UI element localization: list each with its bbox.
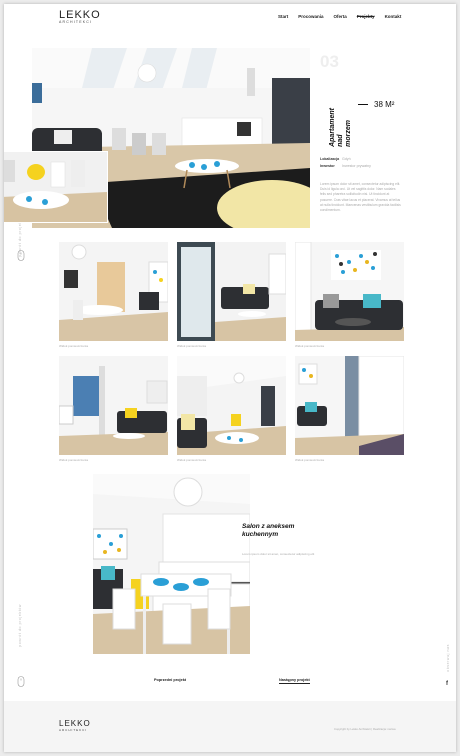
investor-label: Inwestor — [320, 164, 335, 168]
project-number: 03 — [320, 52, 339, 71]
mouse-icon-bottom — [17, 676, 25, 687]
location-value: Gdyń — [342, 157, 351, 161]
feature-title: Salon z aneksem kuchennym — [242, 523, 322, 539]
footer-brand-subtitle: ARCHITEKCI — [59, 728, 88, 732]
nav-item-projekty[interactable]: Projekty — [357, 14, 375, 19]
footer-brand-name: LEKKO — [59, 719, 91, 728]
gallery-item[interactable]: Widok pomieszczenia — [59, 356, 168, 462]
gallery-caption: Widok pomieszczenia — [59, 344, 89, 348]
gallery-image — [59, 356, 168, 455]
area-dash — [358, 104, 368, 105]
feature-subtitle: Lorem ipsum dolor sit amet, consectetur … — [242, 552, 315, 556]
page: LEKKO ARCHITEKCI Start Procowania Oferta… — [4, 4, 456, 752]
follow-us-text: obserwuj nas — [446, 644, 450, 672]
gallery-caption: Widok pomieszczenia — [295, 458, 325, 462]
footer: LEKKO ARCHITEKCI Copyright by Lekko Arch… — [4, 701, 456, 752]
gallery-item[interactable]: Widok pomieszczenia — [177, 356, 286, 462]
investor-value: Inwestor prywatny — [342, 164, 371, 168]
gallery-caption: Widok pomieszczenia — [177, 344, 207, 348]
nav-item-procowania[interactable]: Procowania — [298, 14, 323, 19]
project-info: 03 Apartament nad morzem 38 M² — [320, 52, 410, 147]
footer-logo[interactable]: LEKKO ARCHITEKCI — [59, 719, 91, 732]
project-title: Apartament nad morzem — [329, 108, 353, 147]
gallery-caption: Widok pomieszczenia — [295, 344, 325, 348]
project-title-line2: nad morzem — [337, 120, 352, 147]
gallery-image — [295, 356, 404, 455]
gallery-image — [59, 242, 168, 341]
project-description: Lorem ipsum dolor sit amet, consectetur … — [320, 182, 401, 213]
project-area: 38 M² — [358, 100, 394, 109]
follow-text-left: powrót do projektów — [18, 604, 22, 647]
hero-inset-image — [4, 151, 108, 223]
gallery-item[interactable]: Widok pomieszczenia — [177, 242, 286, 348]
nav-item-kontakt[interactable]: Kontakt — [385, 14, 402, 19]
project-meta: Lokalizacja Gdyń Inwestor Inwestor prywatn… — [320, 156, 371, 170]
project-title-line1: Apartament — [329, 108, 336, 147]
gallery-item[interactable]: Widok pomieszczenia — [295, 242, 404, 348]
next-project-link[interactable]: Następny projekt — [279, 678, 310, 684]
gallery-image — [177, 242, 286, 341]
mouse-icon — [17, 250, 25, 261]
feature-title-line2: kuchennym — [242, 531, 279, 538]
location-label: Lokalizacja — [320, 157, 340, 161]
gallery-image — [295, 242, 404, 341]
gallery-item[interactable]: Widok pomieszczenia — [295, 356, 404, 462]
area-value: 38 M² — [374, 100, 395, 109]
prev-project-link[interactable]: Poprzedni projekt — [154, 678, 186, 682]
facebook-icon[interactable]: f — [446, 681, 448, 687]
gallery-caption: Widok pomieszczenia — [177, 458, 207, 462]
gallery-item[interactable]: Widok pomieszczenia — [59, 242, 168, 348]
feature-image — [93, 474, 250, 654]
nav-item-oferta[interactable]: Oferta — [334, 14, 347, 19]
nav-item-start[interactable]: Start — [278, 14, 288, 19]
main-nav: Start Procowania Oferta Projekty Kontakt — [278, 14, 401, 19]
footer-copyright: Copyright by Lekko Architekci | Realizac… — [334, 727, 396, 731]
feature-title-line1: Salon z aneksem — [242, 523, 295, 530]
gallery-image — [177, 356, 286, 455]
brand-logo[interactable]: LEKKO ARCHITEKCI — [59, 9, 101, 24]
gallery-caption: Widok pomieszczenia — [59, 458, 89, 462]
